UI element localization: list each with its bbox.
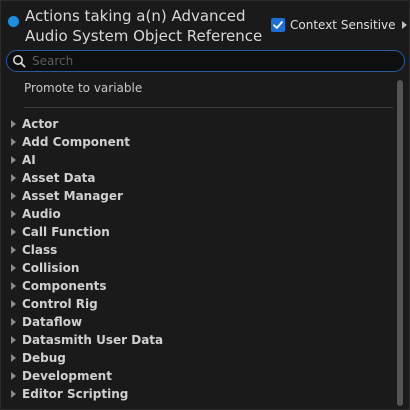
category-item[interactable]: Audio [8, 205, 393, 223]
expand-arrow-icon[interactable] [11, 336, 16, 344]
expand-arrow-icon[interactable] [11, 390, 16, 398]
menu-title: Actions taking a(n) Advanced Audio Syste… [25, 6, 265, 46]
category-label: Asset Data [22, 171, 96, 185]
category-item[interactable]: Add Component [8, 133, 393, 151]
promote-to-variable-item[interactable]: Promote to variable [24, 81, 142, 95]
category-item[interactable]: Editor Scripting [8, 385, 393, 403]
scrollbar-thumb[interactable] [397, 80, 403, 406]
expand-arrow-icon[interactable] [11, 192, 16, 200]
search-input[interactable] [32, 52, 392, 70]
category-label: AI [22, 153, 36, 167]
category-item[interactable]: AI [8, 151, 393, 169]
title-line-1: Actions taking a(n) Advanced [25, 7, 246, 25]
category-item[interactable]: Collision [8, 259, 393, 277]
search-icon [13, 55, 26, 68]
expand-arrow-icon[interactable] [11, 318, 16, 326]
category-label: Development [22, 369, 112, 383]
expand-arrow-icon[interactable] [11, 372, 16, 380]
expand-arrow-icon[interactable] [11, 246, 16, 254]
category-item[interactable]: Components [8, 277, 393, 295]
category-label: Class [22, 243, 58, 257]
category-item[interactable]: Control Rig [8, 295, 393, 313]
category-label: Editor Scripting [22, 387, 129, 401]
category-list: Actor Add Component AI Asset Data Asset Mana… [8, 115, 393, 403]
expand-arrow-icon[interactable] [11, 174, 16, 182]
category-label: Debug [22, 351, 66, 365]
title-line-2: Audio System Object Reference [25, 27, 263, 45]
expand-arrow-icon[interactable] [11, 120, 16, 128]
context-sensitive-label: Context Sensitive [290, 18, 396, 32]
expand-arrow-icon[interactable] [11, 282, 16, 290]
expand-arrow-icon[interactable] [11, 354, 16, 362]
category-label: Control Rig [22, 297, 98, 311]
category-item[interactable]: Datasmith User Data [8, 331, 393, 349]
expand-arrow-icon[interactable] [11, 210, 16, 218]
category-label: Components [22, 279, 107, 293]
category-label: Actor [22, 117, 59, 131]
checkmark-icon [273, 21, 283, 29]
context-sensitive-checkbox[interactable] [271, 18, 285, 32]
expand-arrow-icon[interactable] [11, 156, 16, 164]
category-item[interactable]: Debug [8, 349, 393, 367]
triangle-right-icon[interactable] [401, 21, 407, 29]
scrollbar[interactable] [397, 80, 403, 406]
category-label: Audio [22, 207, 61, 221]
category-label: Datasmith User Data [22, 333, 164, 347]
category-item[interactable]: Class [8, 241, 393, 259]
expand-arrow-icon[interactable] [11, 264, 16, 272]
expand-arrow-icon[interactable] [11, 228, 16, 236]
category-item[interactable]: Call Function [8, 223, 393, 241]
category-item[interactable]: Development [8, 367, 393, 385]
category-label: Collision [22, 261, 80, 275]
context-sensitive-toggle[interactable]: Context Sensitive [271, 17, 407, 33]
category-item[interactable]: Actor [8, 115, 393, 133]
search-box [6, 50, 405, 72]
action-menu-window: Actions taking a(n) Advanced Audio Syste… [0, 0, 410, 410]
expand-arrow-icon[interactable] [11, 300, 16, 308]
category-label: Dataflow [22, 315, 83, 329]
category-item[interactable]: Asset Data [8, 169, 393, 187]
category-label: Add Component [22, 135, 130, 149]
pin-dot-icon [8, 16, 19, 27]
expand-arrow-icon[interactable] [11, 138, 16, 146]
divider [24, 107, 393, 108]
action-list: Promote to variable Actor Add Component AI… [8, 76, 404, 407]
category-item[interactable]: Asset Manager [8, 187, 393, 205]
menu-header: Actions taking a(n) Advanced Audio Syste… [1, 1, 410, 49]
category-label: Asset Manager [22, 189, 123, 203]
category-item[interactable]: Dataflow [8, 313, 393, 331]
category-label: Call Function [22, 225, 110, 239]
